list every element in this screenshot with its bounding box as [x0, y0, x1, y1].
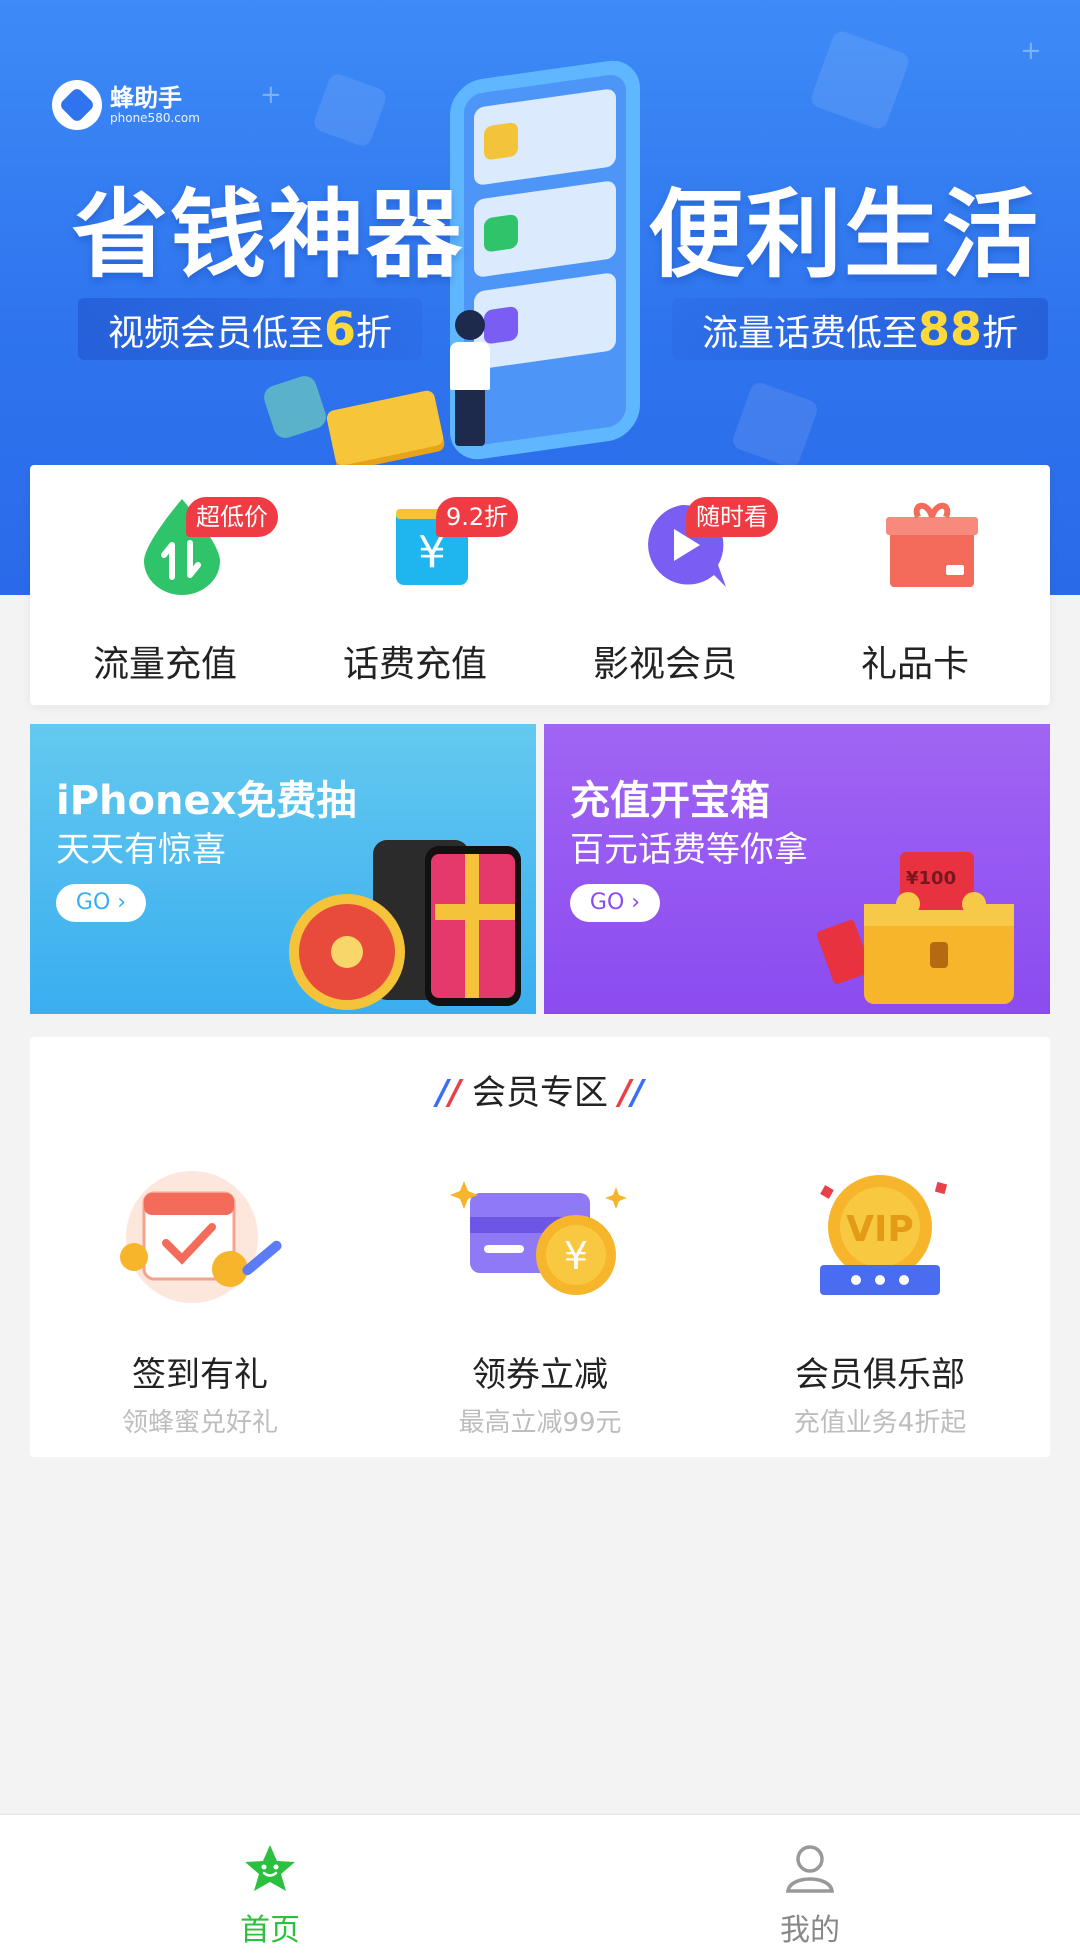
category-gift-card[interactable]: 礼品卡 [800, 465, 1030, 705]
member-item-checkin[interactable]: 签到有礼 领蜂蜜兑好礼 [30, 1157, 370, 1439]
iphone-prize-wheel-icon [289, 840, 521, 1010]
decor-cube [808, 28, 912, 132]
category-grid: 超低价 流量充值 ¥ 9.2折 话费充值 随时看 影视会员 礼品卡 [30, 465, 1050, 705]
pill-num: 6 [324, 302, 357, 356]
bottom-nav: 首页 我的 [0, 1814, 1080, 1954]
pill-text: 视频会员低至 [108, 313, 325, 354]
tab-home[interactable]: 首页 [0, 1815, 540, 1954]
gift-box-icon [886, 502, 978, 587]
category-label: 话费充值 [342, 644, 487, 685]
pill-num: 88 [918, 302, 983, 356]
member-item-label: 领券立减 [472, 1355, 608, 1395]
member-zone-title: // 会员专区 // [436, 1073, 644, 1113]
brand-logo: 蜂助手 phone580.com [52, 80, 200, 130]
star-home-icon [245, 1845, 295, 1891]
member-item-sub: 最高立减99元 [458, 1408, 622, 1438]
svg-text:¥: ¥ [564, 1234, 588, 1278]
promo-subtitle: 百元话费等你拿 [570, 830, 808, 870]
hero-title-right: 便利生活 [648, 179, 1040, 291]
promo-iphonex-lottery[interactable]: iPhonex免费抽 天天有惊喜 GO › [30, 724, 536, 1014]
go-label: GO [589, 890, 625, 915]
decor-plus: + [260, 80, 282, 110]
hero-pill-right: 流量话费低至88折 [672, 298, 1049, 360]
category-video-membership[interactable]: 随时看 影视会员 [550, 465, 780, 705]
promo-title: 充值开宝箱 [570, 778, 770, 824]
category-data-recharge[interactable]: 超低价 流量充值 [50, 465, 280, 705]
decor-cube [311, 71, 389, 149]
member-item-label: 签到有礼 [132, 1355, 268, 1395]
decor-plus: + [1020, 36, 1042, 66]
promo-treasure-chest[interactable]: 充值开宝箱 百元话费等你拿 GO › ¥100 [544, 724, 1050, 1014]
category-phone-recharge[interactable]: ¥ 9.2折 话费充值 [300, 465, 530, 705]
pill-unit: 折 [982, 313, 1019, 354]
pill-text: 流量话费低至 [702, 313, 919, 354]
promo-go-button[interactable]: GO › [56, 884, 146, 922]
logo-url: phone580.com [110, 111, 200, 125]
member-zone: // 会员专区 // 签到有礼 领蜂蜜兑好礼 ¥ 领券立减 最高立减99元 VI… [30, 1037, 1050, 1457]
logo-name: 蜂助手 [110, 84, 182, 112]
tab-mine[interactable]: 我的 [540, 1815, 1080, 1954]
hero-title-left: 省钱神器 [72, 179, 464, 291]
tab-label: 我的 [780, 1913, 840, 1948]
calendar-checkin-icon [120, 1171, 282, 1303]
category-badge: 随时看 [686, 497, 778, 537]
coupon-amount: ¥100 [906, 868, 957, 889]
decor-cube [730, 380, 820, 470]
bee-logo-icon [52, 80, 102, 130]
member-item-sub: 充值业务4折起 [793, 1408, 967, 1438]
member-item-sub: 领蜂蜜兑好礼 [121, 1408, 278, 1438]
member-item-vip-club[interactable]: VIP 会员俱乐部 充值业务4折起 [710, 1157, 1050, 1439]
go-label: GO [75, 890, 111, 915]
member-title-text: 会员专区 [472, 1073, 608, 1113]
treasure-chest-icon [816, 852, 1014, 1004]
member-item-label: 会员俱乐部 [795, 1355, 965, 1395]
category-label: 流量充值 [92, 644, 237, 685]
svg-text:VIP: VIP [846, 1209, 914, 1250]
promo-subtitle: 天天有惊喜 [56, 830, 226, 870]
person-illustration [448, 310, 492, 450]
vip-medal-icon: VIP [820, 1175, 948, 1295]
coupon-yuan-icon: ¥ [450, 1181, 627, 1295]
category-badge: 9.2折 [436, 497, 519, 537]
pill-unit: 折 [356, 313, 393, 354]
promo-go-button[interactable]: GO › [570, 884, 660, 922]
money-stack-icon [325, 389, 445, 467]
category-label: 礼品卡 [860, 644, 969, 685]
promo-title: iPhonex免费抽 [56, 778, 357, 824]
member-item-coupon[interactable]: ¥ 领券立减 最高立减99元 [370, 1157, 710, 1439]
tab-label: 首页 [240, 1913, 300, 1948]
hero-pill-left: 视频会员低至6折 [78, 298, 423, 360]
category-label: 影视会员 [592, 644, 737, 685]
category-badge: 超低价 [186, 497, 278, 537]
user-profile-icon [786, 1845, 834, 1893]
wechat-icon [260, 372, 330, 442]
